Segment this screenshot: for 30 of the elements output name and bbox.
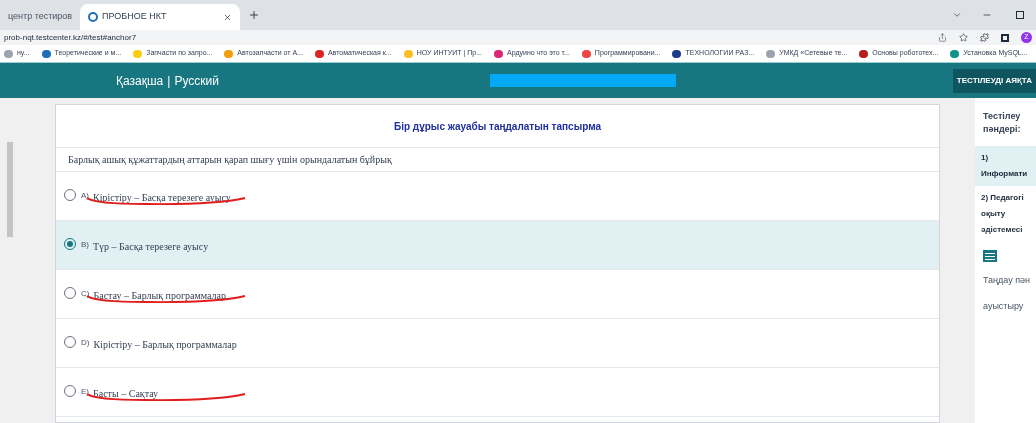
option-text: Кірістіру – Барлық программалар	[93, 339, 237, 350]
side-heading: Тестілеу пәндері:	[982, 110, 1022, 136]
scrollbar-thumb[interactable]	[7, 142, 13, 237]
option-letter: D)	[81, 337, 90, 349]
puzzle-icon[interactable]	[980, 33, 989, 42]
close-icon[interactable]	[223, 12, 232, 22]
globe-icon	[88, 12, 98, 22]
switch-subject-text: ауыстыру	[982, 299, 1025, 313]
new-tab-icon[interactable]	[248, 9, 260, 21]
side-panel-icon[interactable]	[1001, 33, 1009, 42]
star-icon[interactable]	[959, 33, 968, 42]
browser-tab[interactable]: центр тестиров	[0, 4, 80, 30]
option-text: Басты – Сақтау	[93, 388, 159, 399]
language-link[interactable]: Русский	[174, 71, 219, 90]
switch-subject-text: Таңдау пән	[982, 274, 1032, 287]
restore-icon[interactable]	[1016, 11, 1024, 19]
task-title: Бір дұрыс жауабы таңдалатын тапсырма	[56, 105, 939, 148]
share-icon[interactable]	[938, 33, 947, 42]
menu-icon[interactable]	[983, 250, 997, 262]
language-link[interactable]: Қазақша	[116, 71, 164, 90]
language-separator: |	[167, 72, 171, 90]
option-letter: B)	[81, 239, 89, 251]
browser-tab[interactable]: ПРОБНОЕ НКТ	[80, 4, 240, 30]
option-text: Түр – Басқа терезеге ауысу	[93, 241, 209, 252]
option-text: Кірістіру – Басқа терезеге ауысу	[93, 192, 231, 203]
option-text: Бастау – Барлық программалар	[93, 290, 227, 301]
answer-option[interactable]: B) Түр – Басқа терезеге ауысу	[56, 221, 939, 270]
finish-button[interactable]: ТЕСТІЛЕУДІ АЯҚТА	[952, 68, 1036, 93]
chevron-icon[interactable]	[952, 10, 962, 20]
subject-item[interactable]: 1) Информати	[975, 146, 1036, 186]
